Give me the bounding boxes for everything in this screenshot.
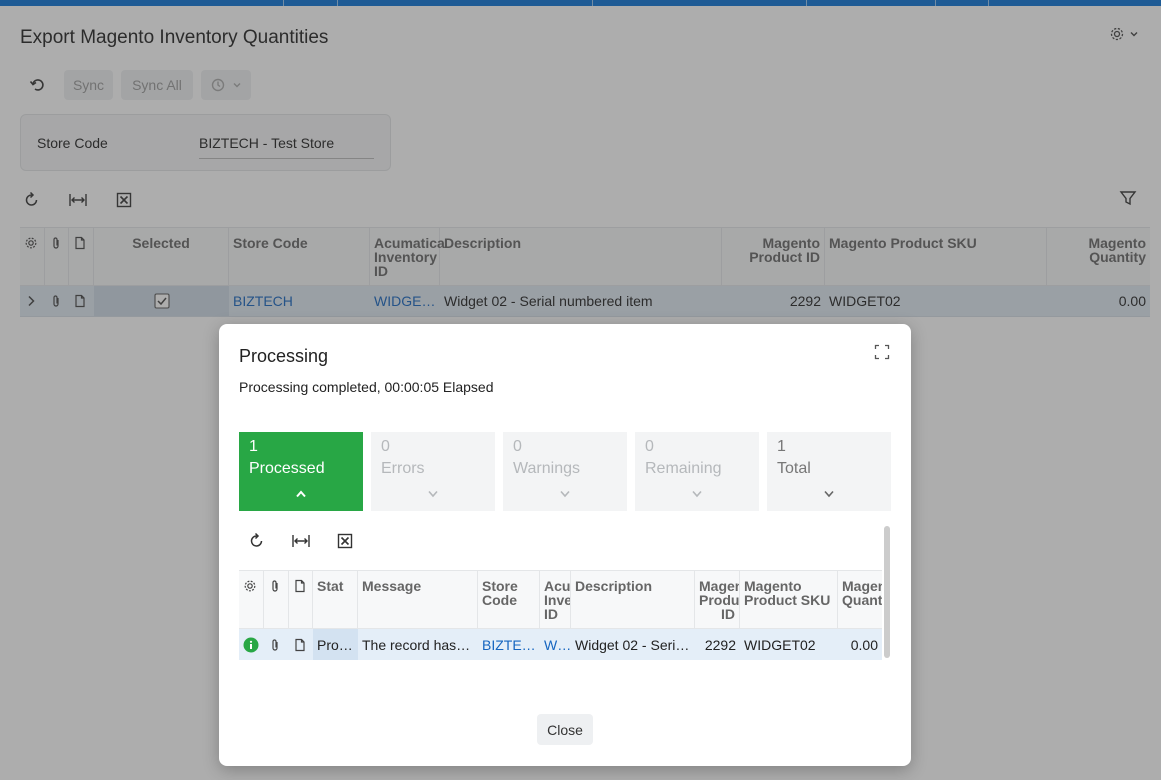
chevron-down-icon: [428, 490, 438, 498]
remaining-count: 0: [645, 438, 654, 455]
row-message: The record has…: [362, 636, 471, 653]
column-settings-header[interactable]: [239, 571, 264, 628]
dialog-grid: Stat Message Store Code Acu Inve ID Desc…: [239, 570, 882, 660]
refresh-button[interactable]: [245, 530, 269, 552]
errors-label: Errors: [381, 460, 425, 477]
row-description: Widget 02 - Seri…: [575, 636, 690, 653]
row-note-button[interactable]: [289, 629, 313, 660]
message-column-header[interactable]: Message: [358, 571, 478, 628]
row-status: Pro…: [313, 629, 358, 660]
row-magento-product-sku: WIDGET02: [744, 636, 816, 653]
magento-product-sku-column-header[interactable]: Magento Product SKU: [740, 571, 838, 628]
document-icon: [295, 579, 305, 593]
fit-width-icon: [292, 535, 310, 547]
processed-label: Processed: [249, 460, 325, 477]
processed-count: 1: [249, 438, 258, 455]
status-cards: 1 Processed 0 Errors 0 Warnings 0 Remain…: [239, 432, 891, 511]
chevron-down-icon: [692, 490, 702, 498]
warnings-card[interactable]: 0 Warnings: [503, 432, 627, 511]
description-column-header[interactable]: Description: [571, 571, 695, 628]
errors-count: 0: [381, 438, 390, 455]
expand-icon: [874, 344, 890, 360]
dialog-grid-header: Stat Message Store Code Acu Inve ID Desc…: [239, 570, 882, 629]
fit-columns-button[interactable]: [289, 530, 313, 552]
row-inventory-id-link[interactable]: W…: [540, 629, 571, 660]
row-magento-product-id: 2292: [704, 636, 736, 653]
maximize-button[interactable]: [874, 344, 890, 360]
processing-dialog: Processing Processing completed, 00:00:0…: [219, 324, 911, 766]
paperclip-icon: [272, 638, 278, 651]
table-row[interactable]: Pro… The record has… BIZTE… W… Widget 02…: [239, 629, 882, 660]
magento-quantity-column-header[interactable]: Magen Quant: [838, 571, 882, 628]
row-magento-quantity: 0.00: [850, 636, 878, 653]
warnings-label: Warnings: [513, 460, 580, 477]
row-store-code-link[interactable]: BIZTE…: [478, 629, 540, 660]
processed-card[interactable]: 1 Processed: [239, 432, 363, 511]
close-button[interactable]: Close: [537, 714, 593, 745]
dialog-scrollbar[interactable]: [884, 526, 890, 658]
export-excel-button[interactable]: [333, 530, 357, 552]
warnings-count: 0: [513, 438, 522, 455]
store-code-column-header[interactable]: Store Code: [478, 571, 540, 628]
row-attachment-button[interactable]: [264, 629, 289, 660]
excel-icon: [337, 533, 353, 549]
dialog-title: Processing: [239, 346, 329, 366]
remaining-label: Remaining: [645, 460, 722, 477]
note-header: [289, 571, 313, 628]
dialog-grid-toolbar: [245, 530, 357, 552]
paperclip-icon: [272, 580, 278, 592]
row-status-icon: [239, 629, 264, 660]
chevron-down-icon: [824, 490, 834, 498]
status-column-header[interactable]: Stat: [313, 571, 358, 628]
errors-card[interactable]: 0 Errors: [371, 432, 495, 511]
total-count: 1: [777, 438, 786, 455]
processing-status-text: Processing completed, 00:00:05 Elapsed: [239, 379, 494, 395]
attachment-header: [264, 571, 289, 628]
refresh-icon: [250, 532, 263, 547]
document-icon: [295, 638, 305, 651]
chevron-up-icon: [296, 490, 306, 498]
total-label: Total: [777, 460, 811, 477]
total-card[interactable]: 1 Total: [767, 432, 891, 511]
chevron-down-icon: [560, 490, 570, 498]
magento-product-id-column-header[interactable]: Magen Produ ID: [695, 571, 740, 628]
remaining-card[interactable]: 0 Remaining: [635, 432, 759, 511]
gear-icon: [244, 580, 256, 592]
acumatica-inventory-id-column-header[interactable]: Acu Inve ID: [540, 571, 571, 628]
info-icon: [243, 637, 259, 652]
